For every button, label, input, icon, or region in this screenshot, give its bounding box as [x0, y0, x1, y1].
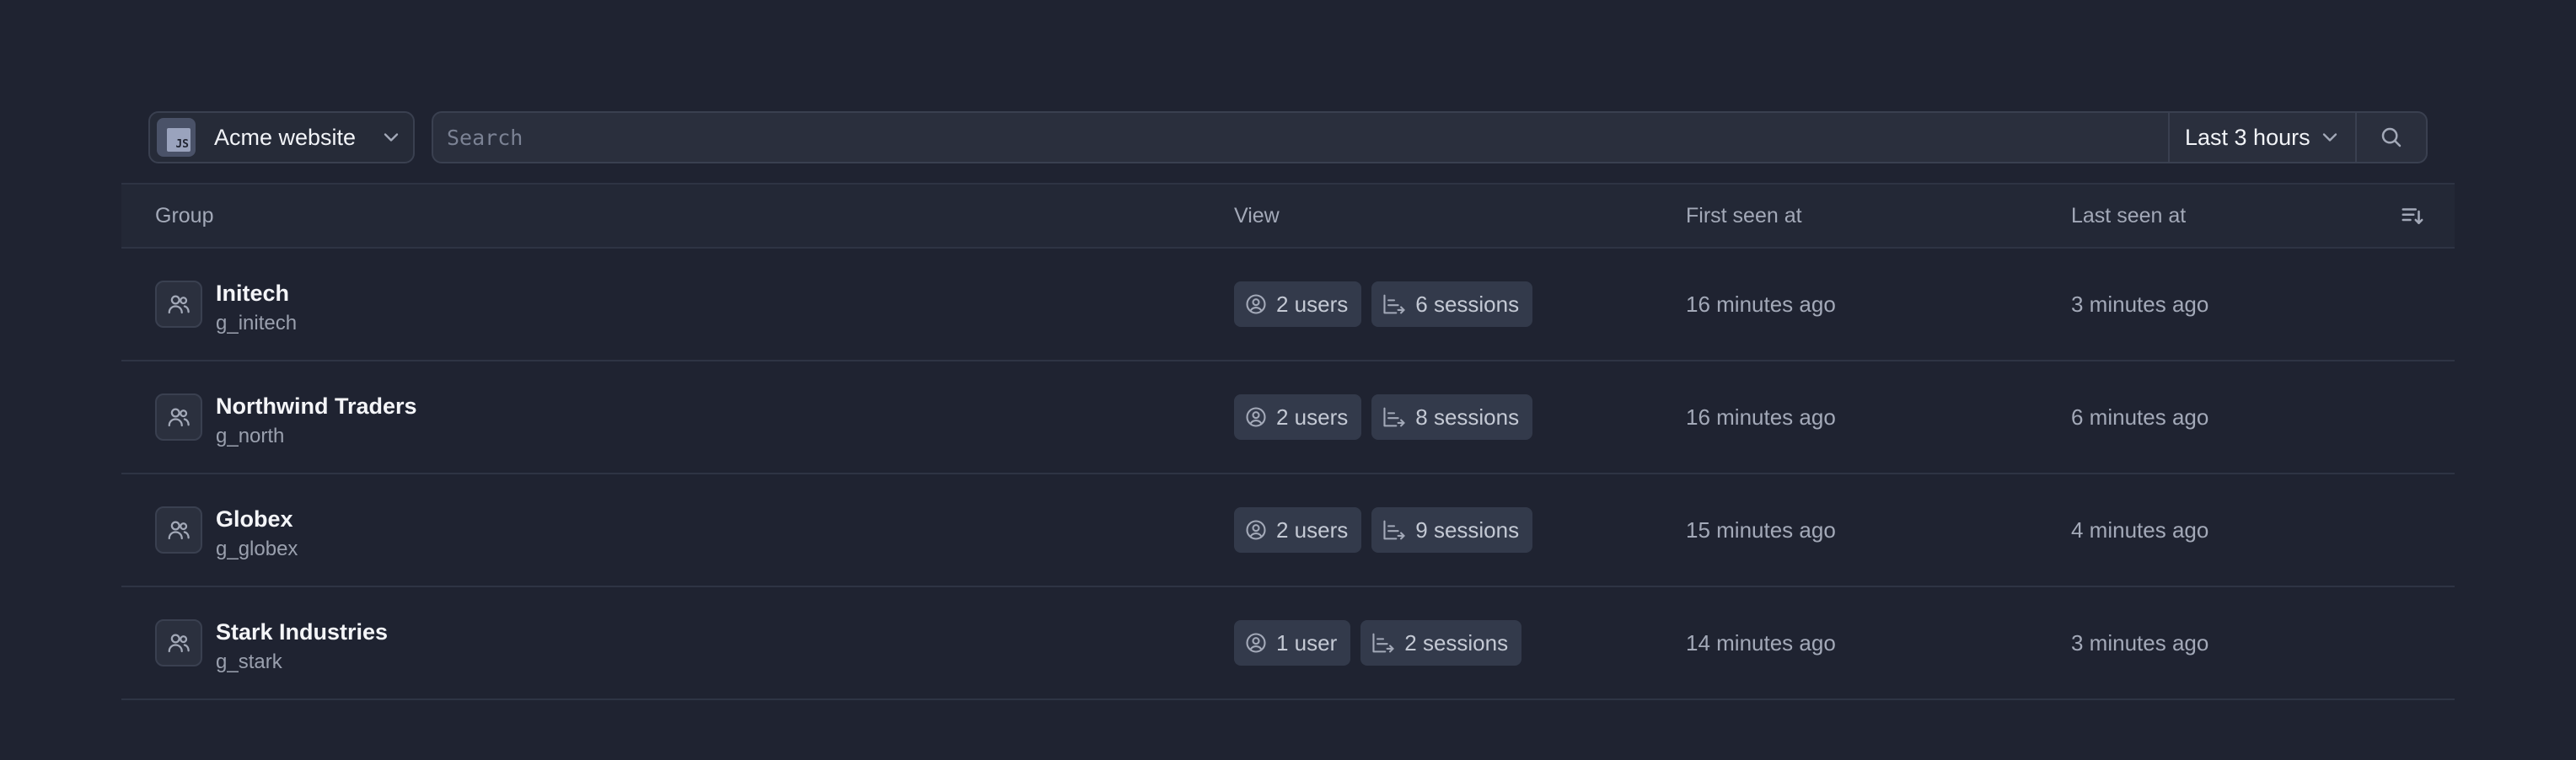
user-circle-icon [1246, 633, 1266, 653]
sessions-count: 2 sessions [1404, 629, 1509, 656]
group-id: g_globex [216, 538, 298, 560]
users-chip[interactable]: 1 user [1234, 620, 1351, 666]
table-row[interactable]: Initech g_initech 2 users 6 sessions 16 … [121, 249, 2455, 361]
last-seen-cell: 4 minutes ago [2071, 516, 2209, 543]
sort-button[interactable] [2400, 185, 2425, 247]
group-id: g_north [216, 425, 285, 447]
sessions-chip[interactable]: 8 sessions [1371, 394, 1533, 440]
view-chips: 2 users 8 sessions [1234, 394, 1533, 440]
view-chips: 2 users 9 sessions [1234, 507, 1533, 553]
toolbar: JS Acme website Last 3 hours [148, 111, 2428, 165]
last-seen-cell: 3 minutes ago [2071, 291, 2209, 317]
sessions-icon [1383, 294, 1405, 314]
group-name[interactable]: Globex [216, 506, 293, 533]
sessions-count: 6 sessions [1415, 291, 1520, 317]
users-count: 1 user [1276, 629, 1338, 656]
header-last-seen: Last seen at [2071, 203, 2187, 227]
users-count: 2 users [1276, 404, 1349, 430]
project-select[interactable]: JS Acme website [148, 111, 415, 163]
group-id: g_stark [216, 650, 282, 673]
search-icon [2381, 127, 2402, 147]
first-seen-cell: 14 minutes ago [1686, 629, 1836, 656]
users-chip[interactable]: 2 users [1234, 394, 1362, 440]
table-row[interactable]: Stark Industries g_stark 1 user 2 sessio… [121, 587, 2455, 700]
users-chip[interactable]: 2 users [1234, 281, 1362, 327]
sessions-chip[interactable]: 2 sessions [1360, 620, 1522, 666]
users-group-icon [155, 506, 202, 554]
group-name[interactable]: Initech [216, 281, 289, 307]
time-range-select[interactable]: Last 3 hours [2168, 113, 2355, 162]
sessions-count: 8 sessions [1415, 404, 1520, 430]
table-row[interactable]: Northwind Traders g_north 2 users 8 sess… [121, 361, 2455, 474]
first-seen-cell: 16 minutes ago [1686, 404, 1836, 430]
last-seen-cell: 6 minutes ago [2071, 404, 2209, 430]
header-view: View [1234, 203, 1280, 227]
sort-icon [2402, 208, 2423, 224]
sessions-chip[interactable]: 9 sessions [1371, 507, 1533, 553]
search-group: Last 3 hours [432, 111, 2428, 163]
header-first-seen: First seen at [1686, 203, 1802, 227]
users-group-icon [155, 619, 202, 666]
first-seen-cell: 15 minutes ago [1686, 516, 1836, 543]
header-group: Group [155, 203, 214, 227]
groups-table: Group View First seen at Last seen at In… [121, 183, 2455, 700]
users-group-icon [155, 393, 202, 441]
user-circle-icon [1246, 294, 1266, 314]
first-seen-cell: 16 minutes ago [1686, 291, 1836, 317]
users-chip[interactable]: 2 users [1234, 507, 1362, 553]
search-button[interactable] [2355, 113, 2426, 162]
group-name[interactable]: Northwind Traders [216, 393, 417, 420]
chevron-down-icon [2322, 133, 2337, 142]
users-group-icon [155, 281, 202, 328]
chevron-down-icon [384, 133, 399, 142]
user-circle-icon [1246, 407, 1266, 427]
time-range-label: Last 3 hours [2185, 124, 2310, 150]
table-header: Group View First seen at Last seen at [121, 183, 2455, 249]
view-chips: 2 users 6 sessions [1234, 281, 1533, 327]
users-count: 2 users [1276, 291, 1349, 317]
project-badge-text: JS [175, 138, 189, 151]
group-id: g_initech [216, 312, 298, 335]
sessions-icon [1372, 633, 1394, 653]
table-row[interactable]: Globex g_globex 2 users 9 sessions 15 mi… [121, 474, 2455, 587]
view-chips: 1 user 2 sessions [1234, 620, 1522, 666]
sessions-chip[interactable]: 6 sessions [1371, 281, 1533, 327]
sessions-count: 9 sessions [1415, 516, 1520, 543]
project-label: Acme website [214, 124, 357, 150]
sessions-icon [1383, 520, 1405, 540]
search-input[interactable] [433, 113, 2168, 162]
last-seen-cell: 3 minutes ago [2071, 629, 2209, 656]
js-icon: JS [157, 118, 196, 157]
users-count: 2 users [1276, 516, 1349, 543]
group-name[interactable]: Stark Industries [216, 619, 388, 645]
user-circle-icon [1246, 520, 1266, 540]
sessions-icon [1383, 407, 1405, 427]
